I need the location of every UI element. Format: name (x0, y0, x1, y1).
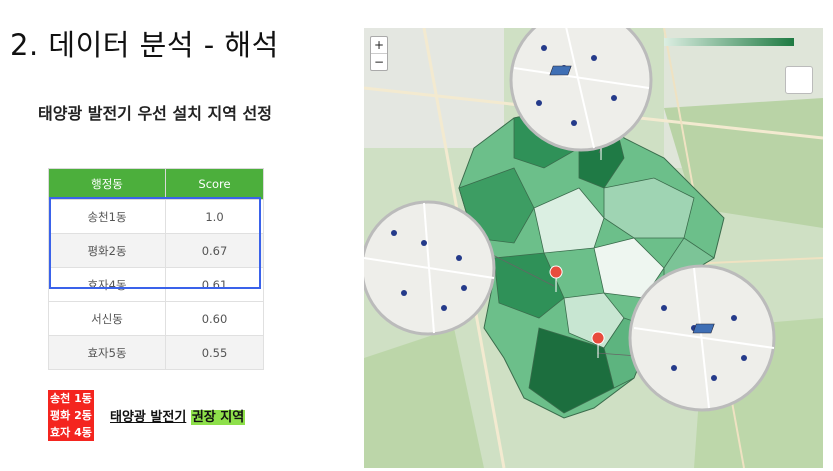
score-table: 행정동 Score 송천1동 1.0 평화2동 0.67 효자4동 0.61 서… (47, 168, 264, 370)
cell-dong: 효자4동 (47, 267, 167, 302)
page-title: 2. 데이터 분석 - 해석 (10, 28, 279, 62)
recommendation-highlight: 권장 지역 (190, 410, 246, 425)
selected-dong-tags: 송천 1동 평화 2동 효자 4동 (48, 390, 94, 441)
section-subtitle: 태양광 발전기 우선 설치 지역 선정 (38, 104, 272, 123)
table-header-row: 행정동 Score (47, 168, 264, 200)
zoom-out-button[interactable]: − (371, 53, 387, 70)
zoom-in-button[interactable]: + (371, 37, 387, 53)
cell-score: 0.55 (165, 335, 264, 370)
tag-pyeonghwa2: 평화 2동 (48, 407, 94, 424)
table-row: 평화2동 0.67 (47, 233, 264, 268)
column-header-dong: 행정동 (47, 168, 167, 200)
cell-dong: 서신동 (47, 301, 167, 336)
recommendation-text: 태양광 발전기 권장 지역 (110, 406, 246, 425)
recommendation-prefix: 태양광 발전기 (110, 410, 187, 425)
map-canvas (364, 28, 823, 468)
table-row: 서신동 0.60 (47, 301, 264, 336)
cell-score: 0.67 (165, 233, 264, 268)
layers-icon[interactable] (785, 66, 813, 94)
cell-score: 1.0 (165, 199, 264, 234)
tag-hyoja4: 효자 4동 (48, 424, 94, 441)
column-header-score: Score (165, 168, 264, 200)
table-row: 효자5동 0.55 (47, 335, 264, 370)
cell-score: 0.60 (165, 301, 264, 336)
map-zoom-control: + − (370, 36, 388, 71)
cell-dong: 평화2동 (47, 233, 167, 268)
cell-score: 0.61 (165, 267, 264, 302)
tag-songcheon1: 송천 1동 (48, 390, 94, 407)
cell-dong: 송천1동 (47, 199, 167, 234)
color-scale-bar (664, 38, 794, 46)
table-row: 효자4동 0.61 (47, 267, 264, 302)
cell-dong: 효자5동 (47, 335, 167, 370)
choropleth-map[interactable]: + − (364, 28, 823, 468)
table-row: 송천1동 1.0 (47, 199, 264, 234)
